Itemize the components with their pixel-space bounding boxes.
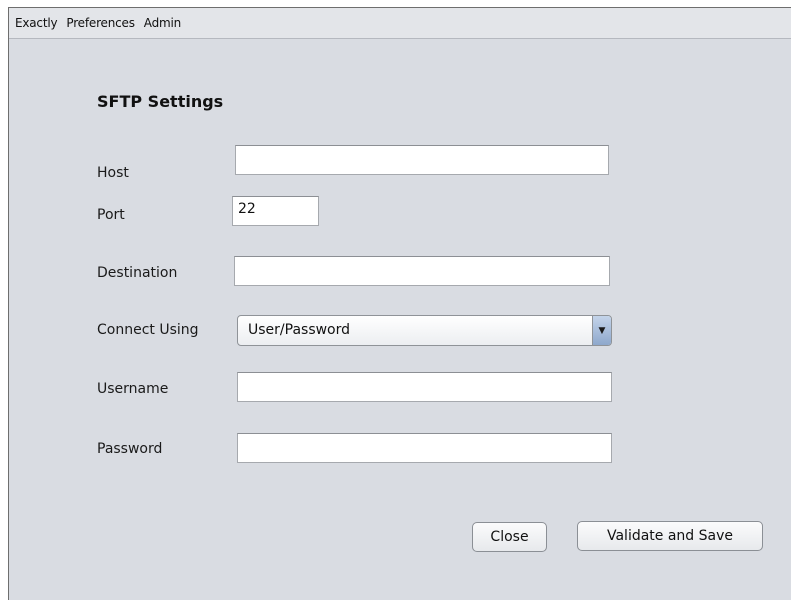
page-title: SFTP Settings: [97, 92, 224, 111]
destination-field[interactable]: [234, 256, 610, 286]
password-label: Password: [97, 441, 163, 457]
chevron-down-icon[interactable]: ▼: [592, 316, 611, 345]
connect-using-select[interactable]: User/Password ▼: [237, 315, 612, 346]
password-field[interactable]: [237, 433, 612, 463]
host-field[interactable]: [235, 145, 609, 175]
menu-admin[interactable]: Admin: [144, 16, 181, 30]
connect-using-label: Connect Using: [97, 322, 199, 338]
host-label: Host: [97, 165, 129, 181]
menu-bar: Exactly Preferences Admin: [9, 8, 791, 39]
sftp-settings-window: Exactly Preferences Admin SFTP Settings …: [8, 7, 791, 600]
username-label: Username: [97, 381, 169, 397]
port-field[interactable]: 22: [232, 196, 319, 226]
username-field[interactable]: [237, 372, 612, 402]
destination-label: Destination: [97, 265, 178, 281]
menu-preferences[interactable]: Preferences: [66, 16, 135, 30]
port-label: Port: [97, 207, 125, 223]
connect-using-value: User/Password: [248, 322, 351, 338]
validate-and-save-button[interactable]: Validate and Save: [577, 521, 763, 551]
menu-exactly[interactable]: Exactly: [15, 16, 58, 30]
close-button[interactable]: Close: [472, 522, 547, 552]
